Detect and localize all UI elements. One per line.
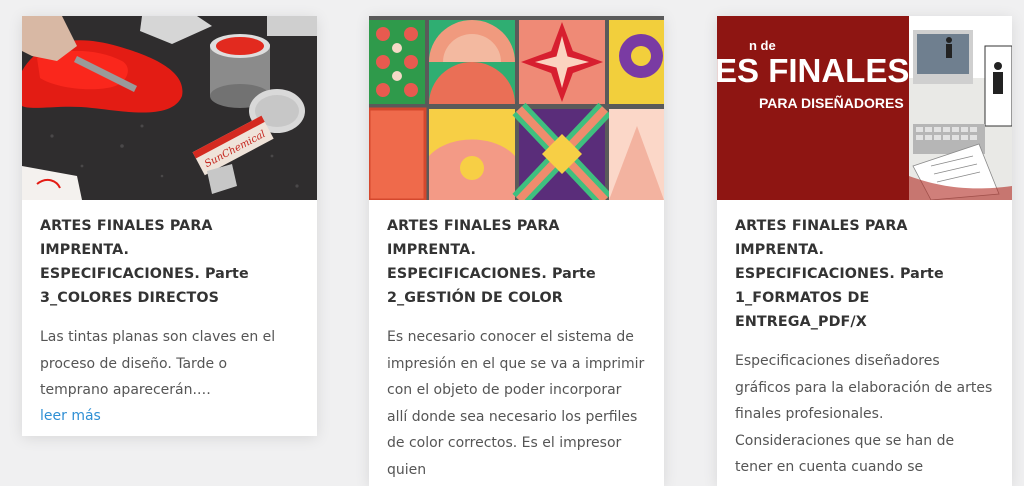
post-title-line: 2_GESTIÓN DE COLOR — [387, 290, 563, 306]
post-excerpt: Las tintas planas son claves en el proce… — [40, 329, 276, 398]
post-excerpt: Es necesario conocer el sistema de impre… — [387, 329, 645, 478]
post-title-line: 1_FORMATOS DE — [735, 290, 870, 306]
banner-text-sub: PARA DISEÑADORES — [759, 94, 904, 111]
post-title-line: ARTES FINALES PARA IMPRENTA. — [387, 218, 560, 258]
post-title: ARTES FINALES PARA IMPRENTA. ESPECIFICAC… — [387, 214, 646, 310]
post-title: ARTES FINALES PARA IMPRENTA. ESPECIFICAC… — [40, 214, 299, 310]
post-card: ARTES FINALES PARA IMPRENTA. ESPECIFICAC… — [369, 16, 664, 486]
post-title-line: ESPECIFICACIONES. Parte — [387, 266, 596, 282]
post-card-body: ARTES FINALES PARA IMPRENTA. ESPECIFICAC… — [717, 200, 1012, 481]
post-thumbnail-link[interactable]: n de ES FINALES PARA DISEÑADORES — [717, 16, 1012, 200]
banner-text-main: ES FINALES — [717, 52, 909, 89]
post-excerpt: Especificaciones diseñadores gráficos pa… — [735, 353, 993, 475]
artes-finales-banner-image: n de ES FINALES PARA DISEÑADORES — [717, 16, 1012, 200]
post-thumbnail-link[interactable]: SunChemical — [22, 16, 317, 200]
banner-text-top: n de — [749, 38, 776, 53]
tile-pattern-image — [369, 16, 664, 200]
post-title-line: ARTES FINALES PARA IMPRENTA. — [40, 218, 213, 258]
post-title-link[interactable]: ARTES FINALES PARA IMPRENTA. ESPECIFICAC… — [40, 214, 299, 310]
post-title-line: ESPECIFICACIONES. Parte — [40, 266, 249, 282]
post-title-link[interactable]: ARTES FINALES PARA IMPRENTA. ESPECIFICAC… — [735, 214, 994, 334]
post-thumbnail-link[interactable] — [369, 16, 664, 200]
ink-photo-image: SunChemical — [22, 16, 317, 200]
post-title-line: 3_COLORES DIRECTOS — [40, 290, 220, 306]
post-title-line: ARTES FINALES PARA IMPRENTA. — [735, 218, 908, 258]
post-card: SunChemical ARTES FINALES PARA IMPRENTA.… — [22, 16, 317, 436]
post-title-link[interactable]: ARTES FINALES PARA IMPRENTA. ESPECIFICAC… — [387, 214, 646, 310]
post-title-line: ENTREGA_PDF/X — [735, 314, 867, 330]
read-more-link[interactable]: leer más — [40, 404, 299, 428]
post-title: ARTES FINALES PARA IMPRENTA. ESPECIFICAC… — [735, 214, 994, 334]
post-title-line: ESPECIFICACIONES. Parte — [735, 266, 944, 282]
post-card-body: ARTES FINALES PARA IMPRENTA. ESPECIFICAC… — [369, 200, 664, 483]
post-card-body: ARTES FINALES PARA IMPRENTA. ESPECIFICAC… — [22, 200, 317, 428]
post-card: n de ES FINALES PARA DISEÑADORES ARTES F… — [717, 16, 1012, 486]
